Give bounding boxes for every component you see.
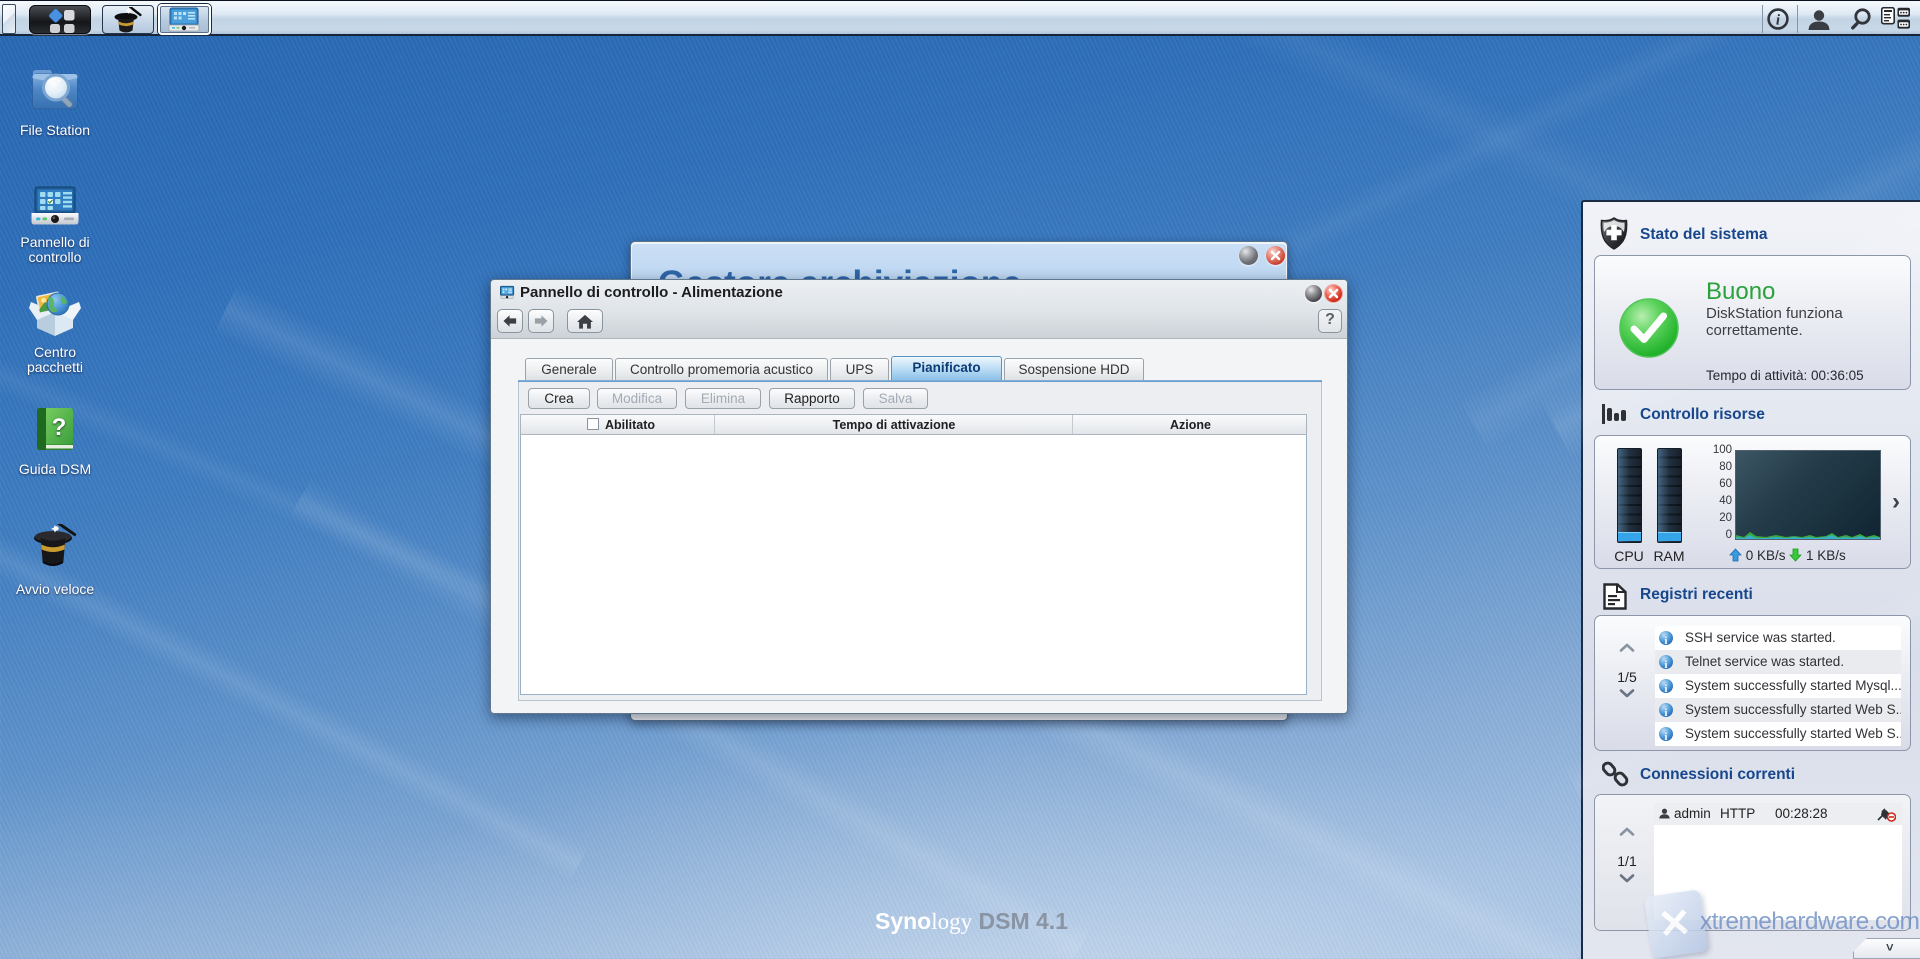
svg-text:i: i [1776, 13, 1781, 29]
svg-text:?: ? [52, 414, 67, 441]
